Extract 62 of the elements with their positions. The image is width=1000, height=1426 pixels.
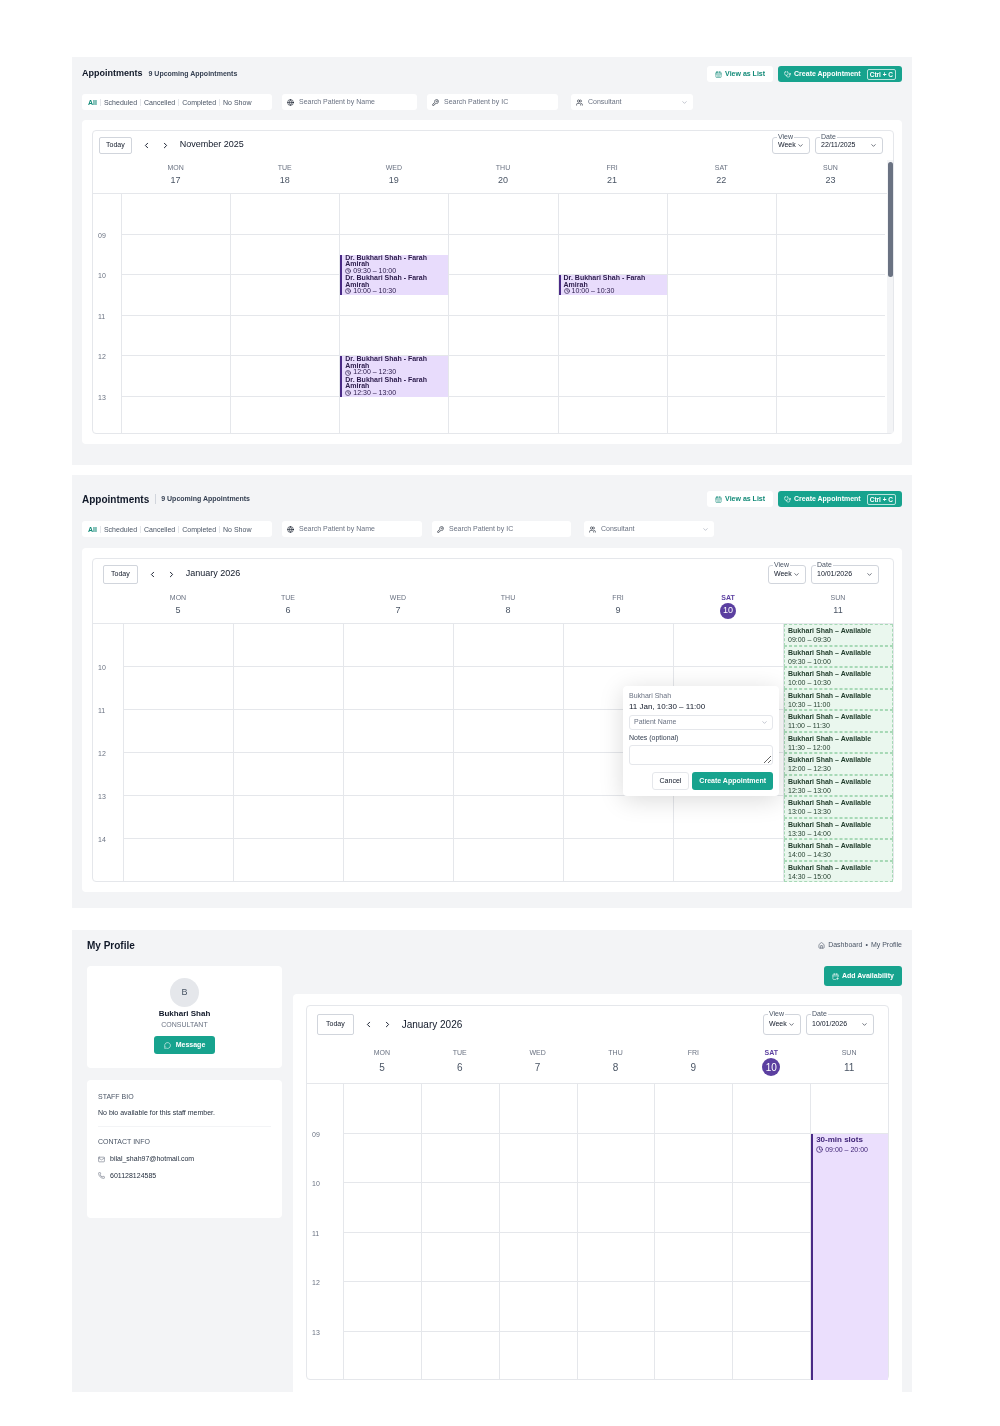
day-number[interactable]: 7 xyxy=(528,1058,547,1076)
slot-time: 11 Jan, 10:30 – 11:00 xyxy=(629,703,707,711)
day-number[interactable]: 9 xyxy=(610,602,626,619)
calendar-icon xyxy=(715,70,723,78)
users-icon xyxy=(589,525,596,533)
stethoscope-icon xyxy=(784,495,792,503)
day-number[interactable]: 11 xyxy=(840,1058,859,1076)
page-title: My Profile xyxy=(87,938,135,953)
day-number[interactable]: 21 xyxy=(604,173,620,188)
users-icon xyxy=(576,98,583,106)
day-number[interactable]: 6 xyxy=(280,602,296,619)
day-number[interactable]: 11 xyxy=(830,602,846,619)
chevron-down-icon xyxy=(788,1020,795,1028)
chevron-down-icon xyxy=(861,1020,868,1028)
day-number[interactable]: 10 xyxy=(762,1058,781,1076)
day-number[interactable]: 6 xyxy=(450,1058,469,1076)
clock-icon xyxy=(816,1145,824,1153)
avatar: B xyxy=(170,978,199,1007)
event-title: 30-min slots xyxy=(816,1135,864,1144)
day-number[interactable]: 5 xyxy=(372,1058,391,1076)
mail-icon xyxy=(98,1155,105,1163)
day-number[interactable]: 22 xyxy=(713,173,729,188)
day-number[interactable]: 17 xyxy=(168,173,184,188)
day-number[interactable]: 10 xyxy=(720,602,736,619)
chevron-down-icon xyxy=(793,570,800,578)
calendar-icon xyxy=(715,495,723,503)
chevron-down-icon xyxy=(702,525,709,533)
day-number[interactable]: 8 xyxy=(606,1058,625,1076)
chevron-down-icon xyxy=(761,719,768,726)
phone-icon xyxy=(98,1172,105,1180)
globe-icon xyxy=(287,98,294,106)
notes-field[interactable] xyxy=(629,745,773,765)
key-icon xyxy=(437,525,444,533)
month-title: November 2025 xyxy=(179,138,244,152)
clock-icon xyxy=(345,268,352,275)
chevron-down-icon xyxy=(681,98,688,106)
day-number[interactable]: 8 xyxy=(500,602,516,619)
chevron-down-icon xyxy=(866,570,873,578)
page-title: Appointments xyxy=(82,492,150,507)
day-number[interactable]: 23 xyxy=(822,173,838,188)
month-title: January 2026 xyxy=(401,1017,463,1032)
page-title: Appointments xyxy=(82,67,143,81)
clock-icon xyxy=(345,369,352,376)
day-number[interactable]: 5 xyxy=(170,602,186,619)
home-icon xyxy=(818,941,826,949)
scrollbar[interactable] xyxy=(887,160,893,433)
stethoscope-icon xyxy=(784,70,792,78)
day-number[interactable]: 9 xyxy=(684,1058,703,1076)
day-number[interactable]: 19 xyxy=(386,173,402,188)
day-number[interactable]: 7 xyxy=(390,602,406,619)
globe-icon xyxy=(287,525,294,533)
calendar-icon xyxy=(832,972,839,980)
chevron-down-icon xyxy=(870,141,877,149)
key-icon xyxy=(432,98,439,106)
clock-icon xyxy=(563,288,570,295)
day-number[interactable]: 20 xyxy=(495,173,511,188)
chevron-down-icon xyxy=(797,141,804,149)
month-title: January 2026 xyxy=(185,567,241,581)
clock-icon xyxy=(345,288,352,295)
day-number[interactable]: 18 xyxy=(277,173,293,188)
staff-name: Bukhari Shah xyxy=(158,1010,211,1018)
clock-icon xyxy=(345,389,352,396)
